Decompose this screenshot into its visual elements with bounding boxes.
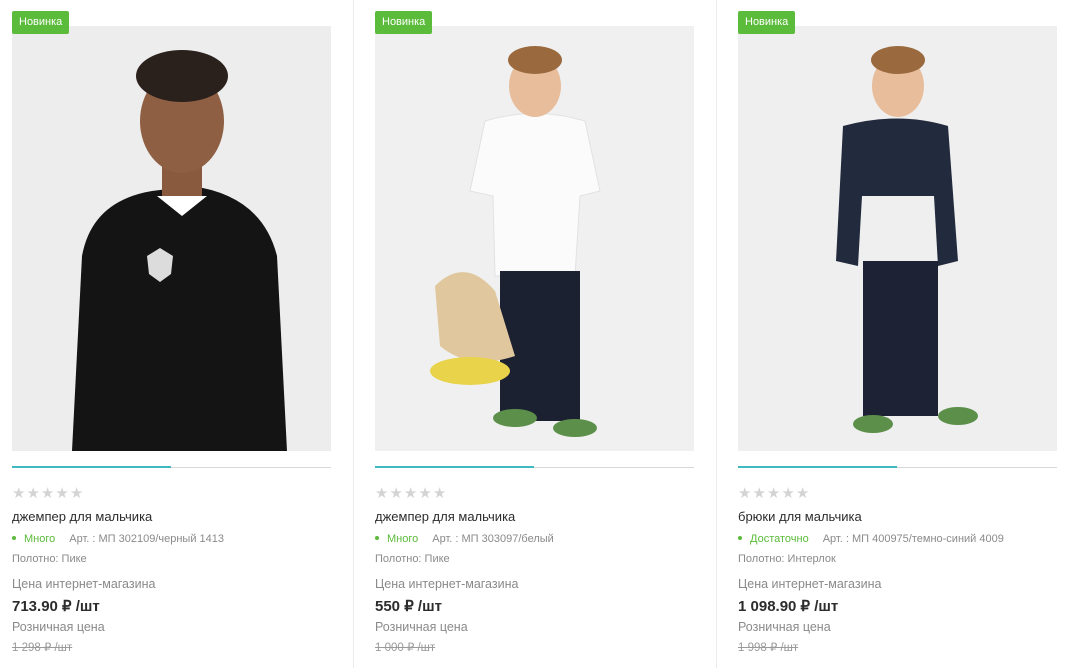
product-card[interactable]: Новинка ★★★★★ брюки для мальчика Достато… xyxy=(738,0,1058,668)
availability-status: Достаточно xyxy=(738,533,809,545)
online-price: 550 ₽ /шт xyxy=(375,598,442,615)
product-card[interactable]: Новинка ★★★★★ джемпер для мальчика Много… xyxy=(375,0,695,668)
product-photo[interactable] xyxy=(375,26,694,451)
star-icon[interactable]: ★ xyxy=(433,485,447,502)
product-photo-illustration xyxy=(738,26,1057,451)
online-price-label: Цена интернет-магазина xyxy=(375,577,519,591)
image-slider-track[interactable] xyxy=(375,466,694,468)
star-icon[interactable]: ★ xyxy=(41,485,55,502)
star-icon[interactable]: ★ xyxy=(418,485,432,502)
column-divider xyxy=(353,0,354,668)
fabric-info: Полотно: Интерлок xyxy=(738,553,836,565)
product-photo-illustration xyxy=(375,26,694,451)
new-badge: Новинка xyxy=(738,11,796,34)
product-card[interactable]: Новинка ★★★★★ джемпер для мальчика Много… xyxy=(12,0,332,668)
star-icon[interactable]: ★ xyxy=(55,485,69,502)
star-icon[interactable]: ★ xyxy=(26,485,40,502)
article-number: Арт. : МП 303097/белый xyxy=(432,533,554,545)
image-slider-progress xyxy=(375,466,534,468)
retail-price: 1 298 ₽ /шт xyxy=(12,642,73,654)
online-price: 1 098.90 ₽ /шт xyxy=(738,598,839,615)
rating-stars[interactable]: ★★★★★ xyxy=(375,484,447,502)
article-number: Арт. : МП 400975/темно-синий 4009 xyxy=(822,533,1004,545)
star-icon[interactable]: ★ xyxy=(767,485,781,502)
star-icon[interactable]: ★ xyxy=(738,485,752,502)
online-price-label: Цена интернет-магазина xyxy=(12,577,156,591)
star-icon[interactable]: ★ xyxy=(389,485,403,502)
product-photo[interactable] xyxy=(12,26,331,451)
image-slider-track[interactable] xyxy=(12,466,331,468)
fabric-info: Полотно: Пике xyxy=(12,553,87,565)
product-title[interactable]: брюки для мальчика xyxy=(738,509,862,524)
column-divider xyxy=(716,0,717,668)
retail-price-label: Розничная цена xyxy=(375,620,468,634)
article-number: Арт. : МП 302109/черный 1413 xyxy=(69,533,225,545)
retail-price-label: Розничная цена xyxy=(738,620,831,634)
product-title[interactable]: джемпер для мальчика xyxy=(375,509,515,524)
image-slider-progress xyxy=(738,466,897,468)
rating-stars[interactable]: ★★★★★ xyxy=(738,484,810,502)
retail-price-label: Розничная цена xyxy=(12,620,105,634)
new-badge: Новинка xyxy=(375,11,433,34)
star-icon[interactable]: ★ xyxy=(404,485,418,502)
product-meta: Много Арт. : МП 303097/белый xyxy=(375,533,554,545)
fabric-info: Полотно: Пике xyxy=(375,553,450,565)
star-icon[interactable]: ★ xyxy=(781,485,795,502)
product-photo[interactable] xyxy=(738,26,1057,451)
product-meta: Достаточно Арт. : МП 400975/темно-синий 4… xyxy=(738,533,1004,545)
product-title[interactable]: джемпер для мальчика xyxy=(12,509,152,524)
retail-price: 1 000 ₽ /шт xyxy=(375,642,436,654)
product-meta: Много Арт. : МП 302109/черный 1413 xyxy=(12,533,224,545)
star-icon[interactable]: ★ xyxy=(796,485,810,502)
retail-price: 1 998 ₽ /шт xyxy=(738,642,799,654)
product-grid: Новинка ★★★★★ джемпер для мальчика Много… xyxy=(0,0,1076,668)
star-icon[interactable]: ★ xyxy=(12,485,26,502)
star-icon[interactable]: ★ xyxy=(375,485,389,502)
star-icon[interactable]: ★ xyxy=(70,485,84,502)
online-price: 713.90 ₽ /шт xyxy=(12,598,100,615)
new-badge: Новинка xyxy=(12,11,70,34)
star-icon[interactable]: ★ xyxy=(752,485,766,502)
online-price-label: Цена интернет-магазина xyxy=(738,577,882,591)
product-photo-illustration xyxy=(12,26,331,451)
rating-stars[interactable]: ★★★★★ xyxy=(12,484,84,502)
availability-status: Много xyxy=(12,533,55,545)
availability-status: Много xyxy=(375,533,418,545)
image-slider-progress xyxy=(12,466,171,468)
image-slider-track[interactable] xyxy=(738,466,1057,468)
